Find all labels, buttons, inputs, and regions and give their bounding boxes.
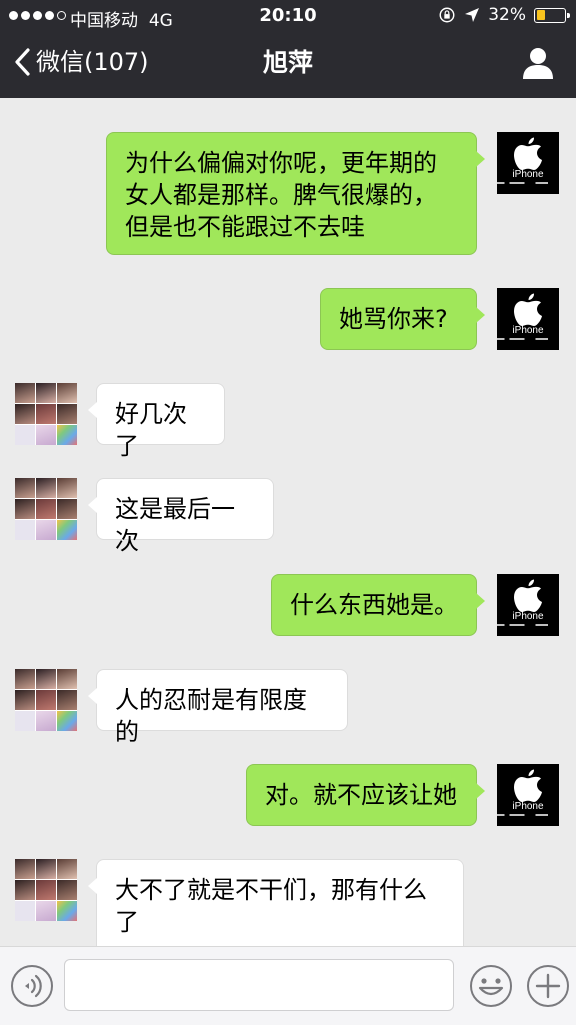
- my-avatar[interactable]: iPhone: [497, 288, 559, 350]
- contact-avatar[interactable]: [15, 859, 77, 921]
- battery-level: [536, 10, 545, 20]
- message-bubble[interactable]: 好几次了: [88, 383, 225, 460]
- avatar-caption-line: [497, 182, 559, 184]
- voice-icon[interactable]: [10, 964, 54, 1008]
- my-avatar[interactable]: iPhone: [497, 764, 559, 826]
- top-bar: 中国移动 4G 20:10 32% 微信(107) 旭萍: [0, 0, 576, 98]
- message-bubble[interactable]: 人的忍耐是有限度的: [88, 669, 348, 746]
- apple-logo-icon: [514, 579, 542, 612]
- emoji-icon[interactable]: [469, 964, 513, 1008]
- contact-avatar[interactable]: [15, 478, 77, 540]
- battery-percent: 32%: [488, 5, 526, 25]
- apple-logo-icon: [514, 293, 542, 326]
- contact-avatar[interactable]: [15, 669, 77, 731]
- rotation-lock-icon: [439, 7, 455, 23]
- my-avatar[interactable]: iPhone: [497, 574, 559, 636]
- avatar-label: iPhone: [512, 801, 544, 812]
- message-bubble[interactable]: 她骂你来?: [320, 288, 485, 350]
- apple-logo-icon: [514, 137, 542, 170]
- message-input[interactable]: [64, 959, 454, 1011]
- message-bubble[interactable]: 什么东西她是。: [271, 574, 485, 636]
- message-bubble[interactable]: 大不了就是不干们，那有什么了: [88, 859, 464, 946]
- nav-bar: 微信(107) 旭萍: [0, 32, 576, 98]
- avatar-label: iPhone: [512, 325, 544, 336]
- battery-icon: [534, 7, 570, 23]
- avatar-caption-line: [497, 624, 559, 626]
- message-bubble[interactable]: 这是最后一次: [88, 478, 274, 555]
- location-arrow-icon: [465, 8, 480, 22]
- avatar-label: iPhone: [512, 611, 544, 622]
- plus-icon[interactable]: [526, 964, 570, 1008]
- contact-avatar[interactable]: [15, 383, 77, 445]
- status-icons: 32%: [438, 5, 570, 25]
- my-avatar[interactable]: iPhone: [497, 132, 559, 194]
- avatar-caption-line: [497, 814, 559, 816]
- chat-area[interactable]: 为什么偏偏对你呢，更年期的女人都是那样。脾气很爆的，但是也不能跟过不去哇 iPh…: [0, 98, 576, 946]
- avatar-label: iPhone: [512, 169, 544, 180]
- chat-title: 旭萍: [262, 48, 313, 77]
- avatar-caption-line: [497, 338, 559, 340]
- message-bubble[interactable]: 对。就不应该让她: [246, 764, 485, 826]
- input-toolbar: [0, 946, 576, 1025]
- message-bubble[interactable]: 为什么偏偏对你呢，更年期的女人都是那样。脾气很爆的，但是也不能跟过不去哇: [106, 132, 485, 255]
- person-icon[interactable]: [522, 46, 554, 80]
- status-bar: 中国移动 4G 20:10 32%: [0, 0, 576, 32]
- apple-logo-icon: [514, 769, 542, 802]
